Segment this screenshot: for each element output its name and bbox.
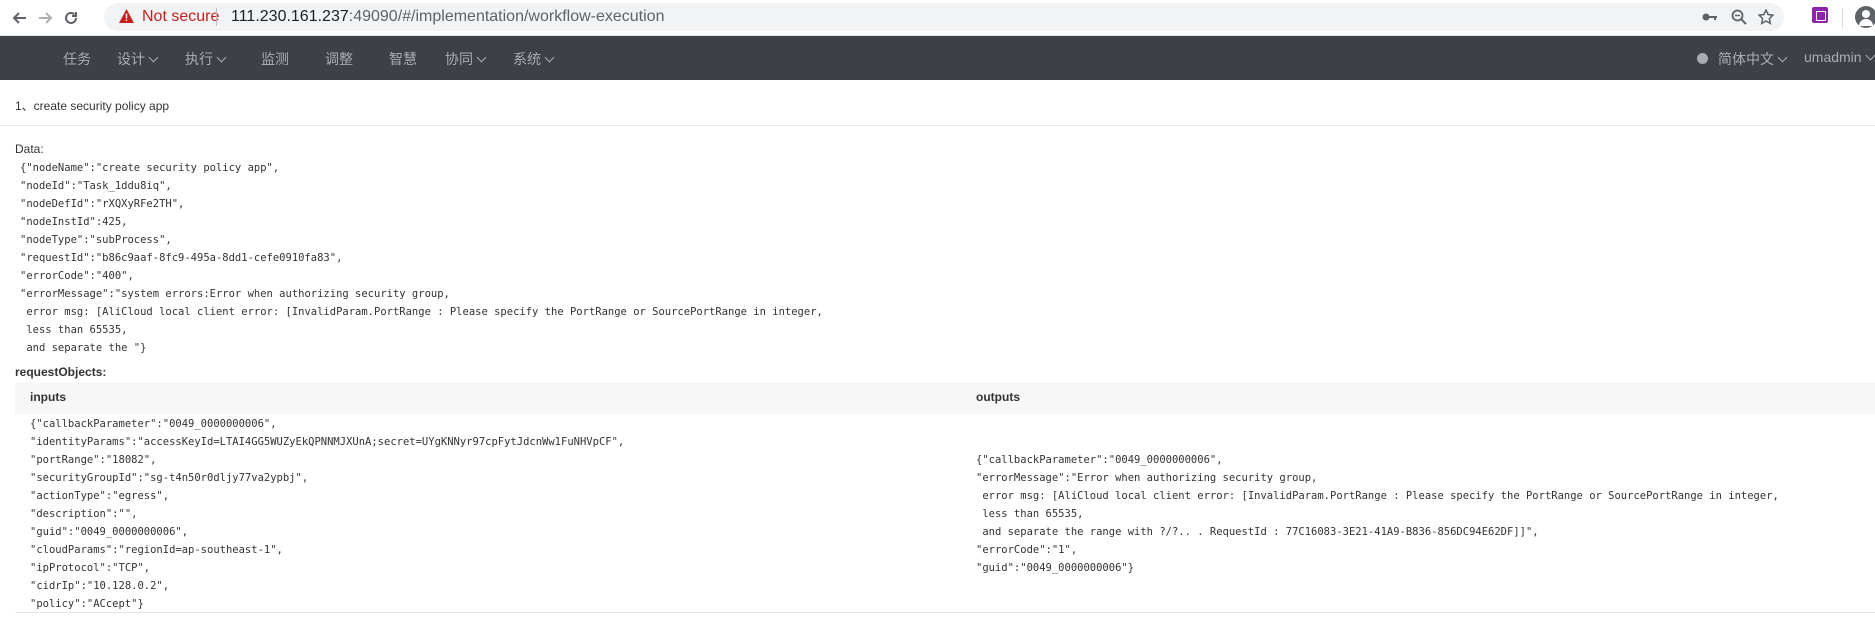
data-json: {"nodeName":"create security policy app"… (20, 162, 823, 354)
request-objects-label: requestObjects: (15, 365, 107, 379)
inputs-header: inputs (30, 390, 66, 404)
address-bar[interactable]: Not secure 111.230.161.237:49090/#/imple… (104, 3, 1784, 31)
request-objects-table-header: inputs outputs (15, 382, 1875, 414)
extension-icon[interactable] (1812, 7, 1828, 23)
task-title: 1、create security policy app (15, 99, 170, 113)
language-label: 简体中文 (1718, 51, 1774, 67)
zoom-icon[interactable] (1729, 7, 1749, 27)
app-nav-bar: 任务 设计 执行 监测 调整 智慧 协同 系统 简体中文 umadmin (0, 36, 1875, 80)
back-icon[interactable] (8, 6, 32, 30)
url-host: 111.230.161.237 (231, 8, 349, 25)
user-name: umadmin (1804, 49, 1862, 65)
chevron-down-icon (544, 52, 555, 63)
divider (0, 125, 1875, 126)
toolbar-divider (1842, 8, 1843, 28)
nav-item-label: 设计 (117, 51, 145, 67)
data-label: Data: (15, 142, 44, 156)
nav-item-label: 任务 (63, 51, 91, 67)
chevron-down-icon (216, 52, 227, 63)
nav-item-design[interactable]: 设计 (117, 49, 159, 69)
url-path: :49090/#/implementation/workflow-executi… (348, 8, 665, 25)
forward-icon[interactable] (33, 6, 57, 30)
chevron-down-icon (1777, 52, 1788, 63)
nav-item-adjust[interactable]: 调整 (325, 49, 353, 69)
chevron-down-icon (148, 52, 159, 63)
warning-icon (119, 9, 134, 28)
reload-icon[interactable] (59, 6, 83, 30)
chevron-down-icon (1865, 50, 1875, 61)
url-text[interactable]: 111.230.161.237:49090/#/implementation/w… (231, 8, 664, 26)
nav-item-label: 监测 (261, 51, 289, 67)
nav-item-label: 执行 (185, 51, 213, 67)
outputs-json: {"callbackParameter":"0049_0000000006", … (976, 454, 1779, 574)
nav-item-label: 协同 (445, 51, 473, 67)
nav-item-label: 智慧 (389, 51, 417, 67)
outputs-header: outputs (976, 390, 1020, 404)
inputs-json: {"callbackParameter":"0049_0000000006", … (30, 418, 625, 610)
browser-toolbar: Not secure 111.230.161.237:49090/#/imple… (0, 0, 1875, 36)
nav-item-tasks[interactable]: 任务 (63, 49, 91, 69)
star-icon[interactable] (1756, 7, 1776, 27)
table-bottom-border (15, 612, 1875, 613)
nav-item-label: 调整 (325, 51, 353, 67)
nav-item-system[interactable]: 系统 (513, 49, 555, 69)
nav-item-monitor[interactable]: 监测 (261, 49, 289, 69)
security-status[interactable]: Not secure (142, 8, 219, 26)
nav-item-label: 系统 (513, 51, 541, 67)
nav-item-intelligence[interactable]: 智慧 (389, 49, 417, 69)
omnibox-divider (216, 8, 217, 26)
nav-item-collaborate[interactable]: 协同 (445, 49, 487, 69)
language-selector[interactable]: 简体中文 (1718, 49, 1788, 69)
chevron-down-icon (476, 52, 487, 63)
globe-icon (1697, 53, 1708, 64)
user-menu[interactable]: umadmin (1804, 49, 1875, 65)
key-icon[interactable] (1700, 7, 1720, 27)
nav-item-execute[interactable]: 执行 (185, 49, 227, 69)
profile-icon[interactable] (1855, 6, 1875, 28)
